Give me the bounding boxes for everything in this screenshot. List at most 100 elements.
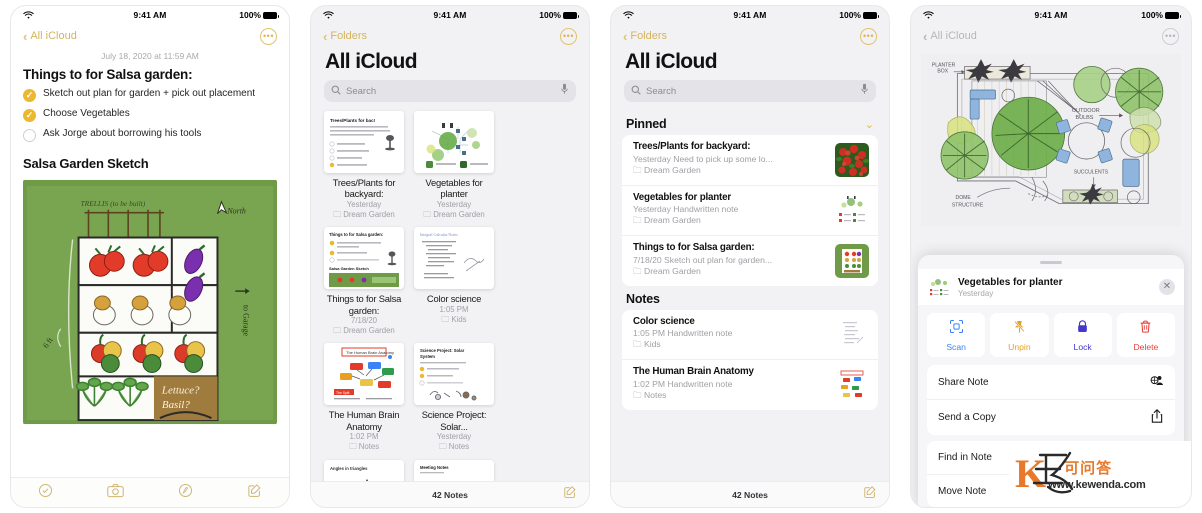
gallery-item[interactable]: Science Project: Solar System Science Pr… (414, 343, 494, 452)
compose-icon[interactable] (863, 485, 877, 504)
status-bar: 9:41 AM 100% (11, 6, 289, 24)
camera-icon[interactable] (107, 483, 124, 503)
checkbox-checked-icon[interactable] (23, 89, 36, 102)
chevron-down-icon[interactable]: ⌄ (865, 118, 874, 131)
note-title: Things to for Salsa garden: (23, 67, 193, 82)
note-row-subtitle: 7/18/20 Sketch out plan for garden... (633, 254, 773, 265)
back-label: Folders (330, 30, 368, 42)
scan-document-icon (949, 319, 964, 339)
note-row-title: Trees/Plants for backyard: (633, 141, 751, 152)
note-row-title: Things to for Salsa garden: (633, 242, 755, 253)
note-row-thumbnail (835, 367, 869, 402)
note-thumbnail: Trees/Plants for bac! (324, 111, 404, 173)
scan-button[interactable]: Scan (927, 313, 986, 357)
note-toolbar (11, 477, 289, 507)
note-thumbnail: Things to for Salsa garden: Salsa Garden… (324, 227, 404, 290)
chevron-left-icon: ‹ (923, 28, 928, 44)
sheet-grabber[interactable] (1040, 261, 1062, 264)
garden-sketch-container[interactable]: TRELLIS (to be built) North to Garage 6 … (11, 171, 289, 425)
back-button-folders[interactable]: ‹ Folders (323, 30, 367, 43)
more-ellipsis-icon[interactable]: ••• (860, 27, 877, 45)
close-icon[interactable]: ✕ (1159, 279, 1175, 295)
handwritten-scribble (1032, 451, 1074, 494)
search-input[interactable]: Search (624, 80, 876, 102)
unpin-button[interactable]: Unpin (990, 313, 1049, 357)
wifi-icon (623, 10, 634, 20)
nav-bar-gallery: ‹ Folders ••• (311, 24, 589, 48)
note-row-folder: Dream Garden (633, 266, 827, 280)
checkbox-unchecked-icon[interactable] (23, 129, 36, 142)
chevron-left-icon: ‹ (323, 28, 328, 44)
more-ellipsis-icon[interactable]: ••• (1162, 27, 1179, 45)
markup-pen-icon[interactable] (178, 483, 193, 503)
sheet-header: Vegetables for planter Yesterday ✕ (918, 269, 1184, 305)
search-input[interactable]: Search (324, 80, 576, 102)
gallery-item[interactable]: Things to for Salsa garden: Salsa Garden… (324, 227, 404, 336)
note-date: July 18, 2020 at 11:59 AM (101, 51, 199, 61)
more-ellipsis-icon[interactable]: ••• (260, 27, 277, 45)
note-list-row[interactable]: Color science 1:05 PM Handwritten note K… (622, 310, 878, 360)
phone-panel-action-sheet: 9:41 AM 100% ‹ All iCloud ••• PLANTER BO… (900, 0, 1202, 513)
status-battery-pct: 100% (1141, 10, 1163, 20)
back-button-all-icloud[interactable]: ‹ All iCloud (23, 30, 77, 43)
chevron-left-icon: ‹ (623, 28, 628, 44)
status-bar: 9:41 AM 100% (911, 6, 1191, 24)
share-person-icon (1149, 373, 1164, 391)
gallery-item[interactable]: Trees/Plants for bac! Trees/Plants for b… (324, 111, 404, 220)
share-note-label: Share Note (938, 376, 989, 388)
sketch-heading: Salsa Garden Sketch (23, 156, 149, 171)
gallery-item[interactable]: Vegetables for planter Yesterday Dream G… (414, 111, 494, 220)
send-copy-item[interactable]: Send a Copy (927, 400, 1175, 435)
note-list-row[interactable]: The Human Brain Anatomy 1:02 PM Handwrit… (622, 360, 878, 410)
phone-panel-gallery: 9:41 AM 100% ‹ Folders ••• All iCloud Se… (300, 0, 600, 513)
note-row-subtitle: Yesterday Need to pick up some lo... (633, 153, 773, 164)
todo-item[interactable]: Sketch out plan for garden + pick out pl… (23, 88, 277, 102)
todo-item[interactable]: Choose Vegetables (23, 108, 277, 122)
garden-sketch-image: TRELLIS (to be built) North to Garage 6 … (23, 179, 277, 425)
delete-button[interactable]: Delete (1116, 313, 1175, 357)
sheet-note-date: Yesterday (958, 288, 994, 298)
microphone-icon[interactable] (860, 82, 869, 100)
battery-full-icon (1165, 11, 1181, 19)
find-in-note-label: Find in Note (938, 452, 992, 463)
more-ellipsis-icon[interactable]: ••• (560, 27, 577, 45)
lock-button[interactable]: Lock (1053, 313, 1112, 357)
checkbox-checked-icon[interactable] (23, 109, 36, 122)
status-bar: 9:41 AM 100% (611, 6, 889, 24)
search-icon (631, 82, 641, 100)
gallery-item[interactable]: Integral Calculus Notes Color science 1:… (414, 227, 494, 336)
status-battery-pct: 100% (239, 10, 261, 20)
back-label: Folders (630, 30, 668, 42)
page-title: All iCloud (325, 50, 418, 73)
status-battery-pct: 100% (839, 10, 861, 20)
svg-text:Angles in triangles: Angles in triangles (330, 466, 368, 471)
back-button-folders[interactable]: ‹ Folders (623, 30, 667, 43)
svg-text:BULBS: BULBS (1076, 115, 1094, 121)
compose-icon[interactable] (563, 485, 577, 504)
note-list-row[interactable]: Things to for Salsa garden: 7/18/20 Sket… (622, 236, 878, 286)
page-title: All iCloud (625, 50, 718, 73)
note-row-thumbnail (835, 243, 869, 278)
note-row-title: Vegetables for planter (633, 191, 731, 203)
gallery-item[interactable]: The Human Brain Anatomy The Split The Hu… (324, 343, 404, 452)
send-copy-label: Send a Copy (938, 412, 996, 423)
status-battery-pct: 100% (539, 10, 561, 20)
back-button-all-icloud[interactable]: ‹ All iCloud (923, 30, 977, 43)
checklist-icon[interactable] (38, 483, 53, 503)
section-header-notes: Notes (611, 286, 889, 310)
share-export-icon (1150, 408, 1164, 427)
screen-note-with-sheet: 9:41 AM 100% ‹ All iCloud ••• PLANTER BO… (910, 5, 1192, 508)
share-note-item[interactable]: Share Note (927, 365, 1175, 400)
microphone-icon[interactable] (560, 82, 569, 100)
note-list-row[interactable]: Trees/Plants for backyard: Yesterday Nee… (622, 135, 878, 186)
section-header-pinned[interactable]: Pinned ⌄ (611, 111, 889, 135)
note-thumbnail (414, 111, 494, 173)
landscape-plan-container[interactable]: PLANTER BOX OUTDOOR BULBS SUCCULENTS DOM… (911, 48, 1191, 235)
notes-count: 42 Notes (432, 489, 468, 500)
svg-text:North: North (226, 207, 246, 216)
svg-text:to Garage: to Garage (241, 305, 250, 336)
todo-item[interactable]: Ask Jorge about borrowing his tools (23, 128, 277, 142)
note-list-row[interactable]: Vegetables for planter Yesterday Handwri… (622, 186, 878, 236)
gallery-item-folder: Kids (414, 315, 494, 325)
compose-icon[interactable] (247, 483, 262, 503)
